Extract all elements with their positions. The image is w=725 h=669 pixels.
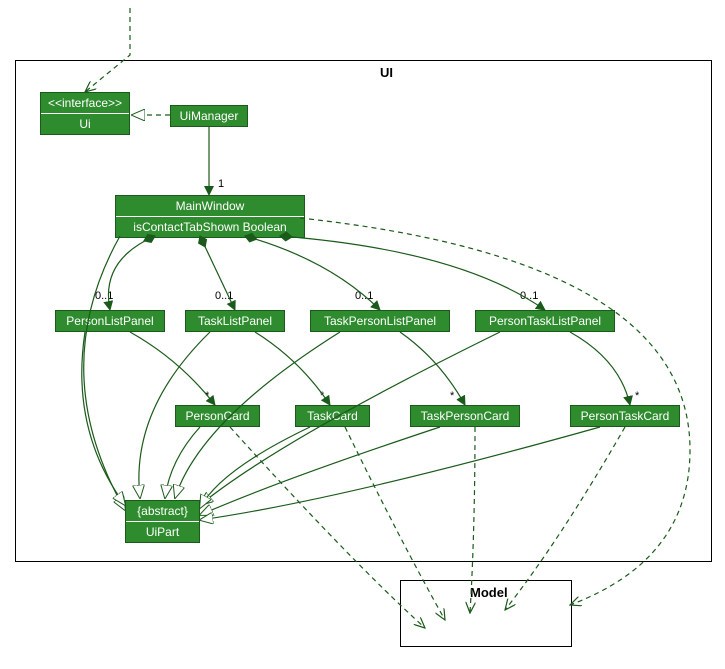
person-task-list-panel-name: PersonTaskListPanel [476,311,614,331]
ui-name: Ui [41,114,129,134]
class-task-person-list-panel: TaskPersonListPanel [310,310,450,332]
class-task-person-card: TaskPersonCard [410,405,520,427]
main-window-name: MainWindow [116,196,304,217]
class-ui-manager: UiManager [170,105,248,127]
main-window-attr: isContactTabShown Boolean [116,217,304,237]
package-ui-label: UI [380,65,393,80]
class-person-list-panel: PersonListPanel [55,310,165,332]
task-card-name: TaskCard [296,406,369,426]
class-task-card: TaskCard [295,405,370,427]
package-model-label: Model [470,585,508,600]
class-main-window: MainWindow isContactTabShown Boolean [115,195,305,238]
task-person-card-name: TaskPersonCard [411,406,519,426]
person-list-panel-name: PersonListPanel [56,311,164,331]
task-person-list-panel-name: TaskPersonListPanel [311,311,449,331]
mult-tplp: 0..1 [355,290,373,302]
class-person-card: PersonCard [175,405,260,427]
ui-part-stereotype: {abstract} [126,501,199,522]
class-ui-part: {abstract} UiPart [125,500,200,543]
person-card-name: PersonCard [176,406,259,426]
ui-manager-name: UiManager [171,106,247,126]
mult-tc: * [320,390,324,402]
mult-mainwindow: 1 [218,178,224,190]
mult-tlp: 0..1 [215,290,233,302]
mult-ptlp: 0..1 [520,290,538,302]
class-person-task-list-panel: PersonTaskListPanel [475,310,615,332]
ui-part-name: UiPart [126,522,199,542]
class-person-task-card: PersonTaskCard [570,405,680,427]
class-task-list-panel: TaskListPanel [185,310,285,332]
ui-stereotype: <<interface>> [41,93,129,114]
mult-tpc: * [450,390,454,402]
task-list-panel-name: TaskListPanel [186,311,284,331]
mult-pc: * [205,390,209,402]
person-task-card-name: PersonTaskCard [571,406,679,426]
class-ui-interface: <<interface>> Ui [40,92,130,135]
mult-plp: 0..1 [95,290,113,302]
mult-ptc: * [635,390,639,402]
